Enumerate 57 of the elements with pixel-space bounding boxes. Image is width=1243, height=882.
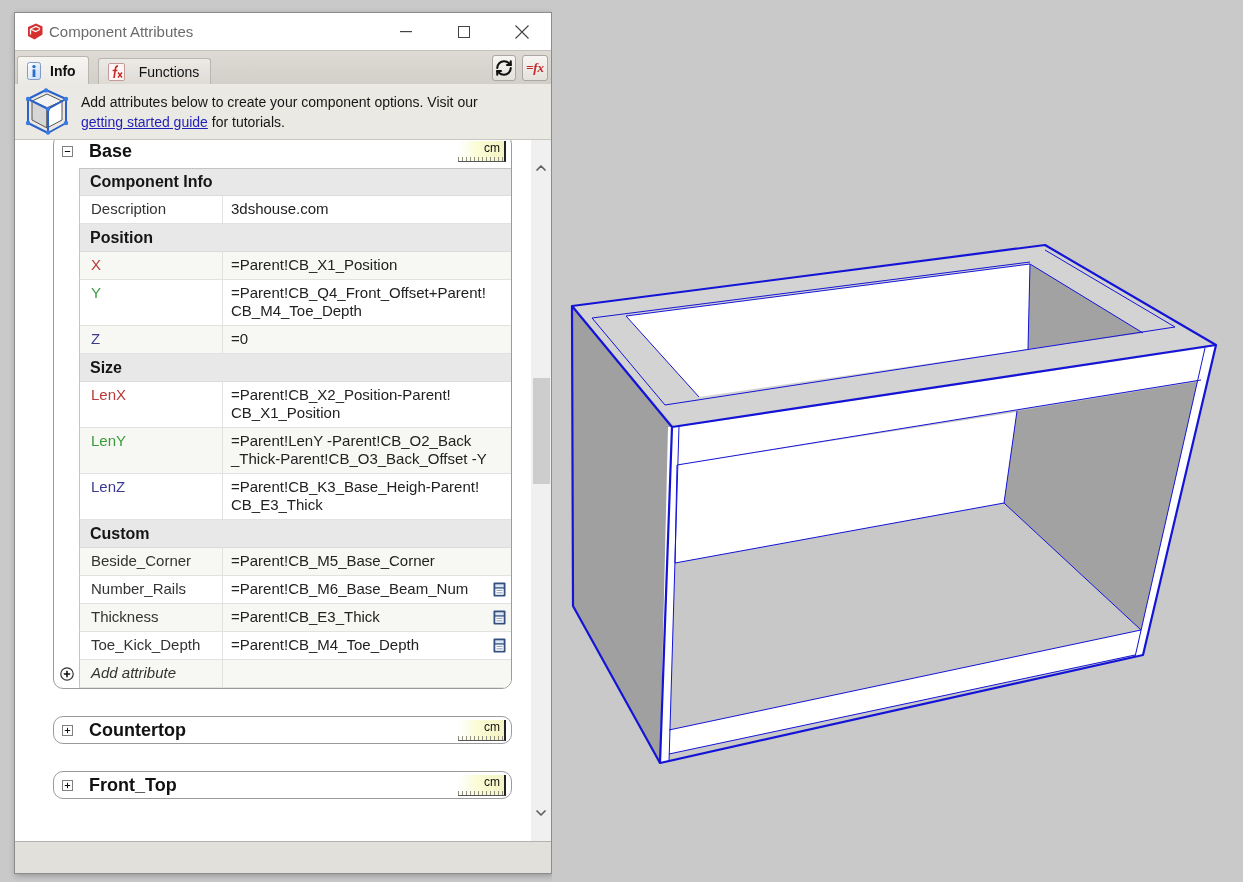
attribute-name: Beside_Corner — [91, 552, 192, 570]
attribute-formula: 3dshouse.com — [231, 200, 330, 218]
attribute-formula: =Parent!CB_M5_Base_Corner — [231, 552, 436, 570]
getting-started-link[interactable]: getting started guide — [81, 113, 208, 130]
section-header: Size — [79, 354, 511, 382]
units-button[interactable]: cm — [458, 774, 506, 796]
group-title: Countertop — [89, 719, 186, 741]
function-icon — [107, 62, 125, 81]
section-header: Component Info — [79, 168, 511, 196]
attribute-name: LenX — [91, 386, 127, 404]
section-header: Custom — [79, 520, 511, 548]
scrollbar[interactable] — [531, 140, 551, 841]
maximize-icon — [458, 25, 470, 38]
attribute-formula: =Parent!CB_M6_Base_Beam_Num — [231, 580, 470, 598]
app-logo-icon — [26, 23, 44, 40]
attribute-formula: =Parent!CB_M4_Toe_Depth — [231, 636, 421, 654]
attribute-formula: =Parent!CB_X1_Position — [231, 256, 399, 274]
calculator-icon[interactable] — [493, 582, 506, 597]
tab[interactable]: Functions — [97, 58, 212, 84]
attribute-name: Toe_Kick_Depth — [91, 636, 201, 654]
window-title: Component Attributes — [49, 23, 194, 40]
calculator-icon[interactable] — [493, 638, 506, 653]
info-message: Add attributes below to create your component options. Visit our getting started guide for tutorials. — [81, 92, 479, 132]
attribute-formula: =Parent!CB_K3_Base_Heigh-Parent!CB_E3_Thick — [231, 478, 481, 514]
attribute-name: LenZ — [91, 478, 126, 496]
add-attribute-link[interactable]: Add attribute — [91, 664, 177, 682]
info-icon — [27, 61, 41, 80]
attribute-name: LenY — [91, 432, 127, 450]
attribute-formula: =Parent!LenY -Parent!CB_O2_Back _Thick-Parent!CB_O3_Back_Offset -Y — [231, 432, 488, 468]
attribute-name: Thickness — [91, 608, 159, 626]
refresh-button[interactable] — [492, 54, 516, 81]
expand-icon[interactable] — [62, 724, 73, 736]
minimize-icon — [400, 30, 412, 33]
formula-button[interactable]: =fx — [522, 54, 548, 81]
attribute-name: Z — [91, 330, 101, 348]
attribute-formula: =0 — [231, 330, 250, 348]
group-title: Base — [89, 141, 133, 162]
close-icon — [515, 24, 529, 39]
attribute-name: Number_Rails — [91, 580, 187, 598]
attribute-name: X — [91, 256, 101, 274]
attribute-formula: =Parent!CB_E3_Thick — [231, 608, 381, 626]
cube-icon — [24, 88, 70, 135]
attribute-name: Description — [91, 200, 167, 218]
units-button[interactable]: cm — [458, 719, 506, 741]
group-title: Front_Top — [89, 774, 177, 796]
tab[interactable]: Info — [17, 56, 89, 84]
add-circle-icon[interactable] — [60, 667, 74, 681]
attribute-formula: =Parent!CB_X2_Position-Parent!CB_X1_Position — [231, 386, 452, 422]
collapse-icon[interactable] — [62, 146, 73, 157]
scrollbar-thumb[interactable] — [532, 378, 550, 484]
section-header: Position — [79, 224, 511, 252]
refresh-icon — [495, 58, 513, 77]
expand-icon[interactable] — [62, 779, 73, 791]
attribute-formula: =Parent!CB_Q4_Front_Offset+Parent!CB_M4_Toe_Depth — [231, 284, 487, 320]
calculator-icon[interactable] — [493, 610, 506, 625]
attribute-name: Y — [91, 284, 101, 302]
units-button[interactable]: cm — [458, 141, 506, 162]
